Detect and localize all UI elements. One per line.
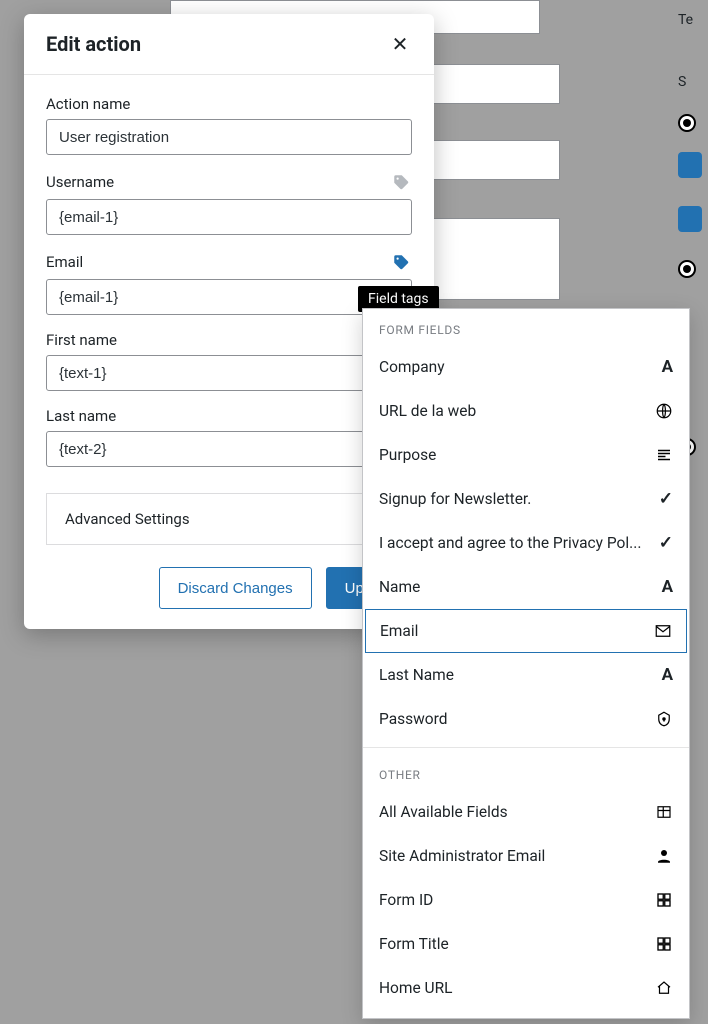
home-icon <box>651 979 673 997</box>
dropdown-item-name[interactable]: Name A <box>363 565 689 609</box>
advanced-settings-label: Advanced Settings <box>65 510 190 528</box>
table-icon <box>651 803 673 821</box>
paragraph-icon <box>651 446 673 464</box>
bg-label: S <box>678 74 686 90</box>
tag-icon[interactable] <box>390 171 412 193</box>
input-first-name[interactable] <box>46 355 412 391</box>
grid-icon <box>651 891 673 909</box>
dropdown-item-home-url[interactable]: Home URL <box>363 966 689 1010</box>
field-first-name: First name <box>46 331 412 391</box>
tag-icon-active[interactable] <box>390 251 412 273</box>
bg-button[interactable] <box>678 152 702 178</box>
check-icon <box>651 489 673 509</box>
field-last-name: Last name <box>46 407 412 467</box>
dropdown-item-newsletter[interactable]: Signup for Newsletter. <box>363 477 689 521</box>
radio[interactable] <box>678 260 696 278</box>
dropdown-item-form-id[interactable]: Form ID <box>363 878 689 922</box>
dropdown-item-email[interactable]: Email <box>365 609 687 653</box>
dropdown-section-form-fields: FORM FIELDS <box>363 309 689 345</box>
letter-a-icon: A <box>651 665 673 685</box>
radio[interactable] <box>678 114 696 132</box>
grid-icon <box>651 935 673 953</box>
label-username: Username <box>46 173 390 191</box>
letter-a-icon: A <box>651 577 673 597</box>
input-action-name[interactable] <box>46 119 412 155</box>
dropdown-section-other: OTHER <box>363 754 689 790</box>
user-icon <box>651 847 673 865</box>
label-action-name: Action name <box>46 95 412 113</box>
dropdown-item-admin-email[interactable]: Site Administrator Email <box>363 834 689 878</box>
mail-icon <box>650 622 672 640</box>
dropdown-divider <box>363 747 689 748</box>
dropdown-item-form-title[interactable]: Form Title <box>363 922 689 966</box>
bg-label: Te <box>678 12 693 28</box>
label-email: Email <box>46 253 390 271</box>
dropdown-item-last-name[interactable]: Last Name A <box>363 653 689 697</box>
close-icon[interactable]: ✕ <box>388 34 412 54</box>
dropdown-item-company[interactable]: Company A <box>363 345 689 389</box>
modal-header: Edit action ✕ <box>24 14 434 75</box>
discard-button[interactable]: Discard Changes <box>159 567 312 609</box>
dropdown-item-privacy[interactable]: I accept and agree to the Privacy Pol... <box>363 521 689 565</box>
advanced-settings-toggle[interactable]: Advanced Settings <box>46 493 412 545</box>
dropdown-item-purpose[interactable]: Purpose <box>363 433 689 477</box>
letter-a-icon: A <box>651 357 673 377</box>
modal-title: Edit action <box>46 32 388 56</box>
field-tags-dropdown: FORM FIELDS Company A URL de la web Purp… <box>362 308 690 1019</box>
input-username[interactable] <box>46 199 412 235</box>
lock-icon <box>651 710 673 728</box>
dropdown-item-url[interactable]: URL de la web <box>363 389 689 433</box>
globe-icon <box>651 402 673 420</box>
check-icon <box>651 533 673 553</box>
input-last-name[interactable] <box>46 431 412 467</box>
label-first-name: First name <box>46 331 412 349</box>
bg-button[interactable] <box>678 206 702 232</box>
label-last-name: Last name <box>46 407 412 425</box>
dropdown-item-all-fields[interactable]: All Available Fields <box>363 790 689 834</box>
dropdown-item-password[interactable]: Password <box>363 697 689 741</box>
field-action-name: Action name <box>46 95 412 155</box>
field-username: Username <box>46 171 412 235</box>
